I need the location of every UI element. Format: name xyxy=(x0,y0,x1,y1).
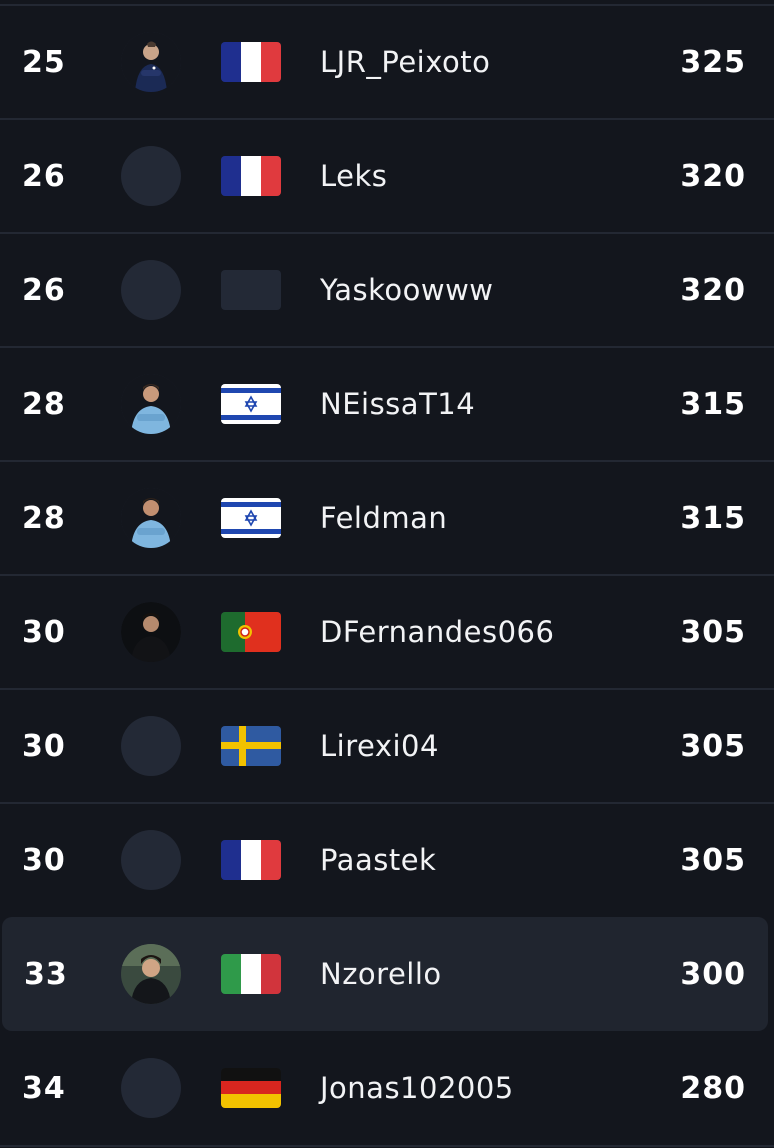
leaderboard: 25 LJR_Peixoto 325 26 Leks 320 26 Yaskoo… xyxy=(0,0,774,1148)
player-name: Yaskoowww xyxy=(320,273,494,307)
rank-label: 33 xyxy=(24,956,68,992)
avatar-placeholder xyxy=(121,1058,181,1118)
player-avatar xyxy=(121,944,181,1004)
france-flag-icon xyxy=(221,840,281,880)
rank-label: 26 xyxy=(22,158,66,194)
leaderboard-row[interactable]: 25 LJR_Peixoto 325 xyxy=(0,4,774,118)
bottom-divider xyxy=(0,1145,774,1147)
portugal-flag-icon xyxy=(221,612,281,652)
points-value: 305 xyxy=(680,728,746,764)
avatar-placeholder xyxy=(121,716,181,776)
leaderboard-row[interactable]: 28 Feldman 315 xyxy=(0,460,774,574)
rank-label: 28 xyxy=(22,386,66,422)
player-avatar xyxy=(121,374,181,434)
player-name: DFernandes066 xyxy=(320,615,555,649)
avatar-placeholder xyxy=(121,260,181,320)
player-name: Feldman xyxy=(320,501,448,535)
points-value: 305 xyxy=(680,614,746,650)
points-value: 280 xyxy=(680,1070,746,1106)
rank-label: 30 xyxy=(22,614,66,650)
points-value: 315 xyxy=(680,386,746,422)
points-value: 325 xyxy=(680,44,746,80)
leaderboard-row-highlighted[interactable]: 33 Nzorello 300 xyxy=(2,917,768,1031)
points-value: 320 xyxy=(680,158,746,194)
france-flag-icon xyxy=(221,156,281,196)
points-value: 320 xyxy=(680,272,746,308)
israel-flag-icon xyxy=(221,498,281,538)
leaderboard-row[interactable]: 34 Jonas102005 280 xyxy=(0,1031,774,1145)
germany-flag-icon xyxy=(221,1068,281,1108)
player-name: Paastek xyxy=(320,843,437,877)
rank-label: 30 xyxy=(22,728,66,764)
player-name: Lirexi04 xyxy=(320,729,439,763)
avatar-placeholder xyxy=(121,830,181,890)
rank-label: 25 xyxy=(22,44,66,80)
leaderboard-row[interactable]: 26 Leks 320 xyxy=(0,118,774,232)
rank-label: 30 xyxy=(22,842,66,878)
france-flag-icon xyxy=(221,42,281,82)
leaderboard-row[interactable]: 30 Lirexi04 305 xyxy=(0,688,774,802)
rank-label: 26 xyxy=(22,272,66,308)
player-name: Jonas102005 xyxy=(320,1071,514,1105)
blank-flag-icon xyxy=(221,270,281,310)
player-avatar xyxy=(121,32,181,92)
points-value: 300 xyxy=(680,956,746,992)
israel-flag-icon xyxy=(221,384,281,424)
points-value: 305 xyxy=(680,842,746,878)
leaderboard-row[interactable]: 28 NEissaT14 315 xyxy=(0,346,774,460)
player-name: LJR_Peixoto xyxy=(320,45,491,79)
rank-label: 28 xyxy=(22,500,66,536)
player-avatar xyxy=(121,602,181,662)
leaderboard-row[interactable]: 30 DFernandes066 305 xyxy=(0,574,774,688)
avatar-placeholder xyxy=(121,146,181,206)
sweden-flag-icon xyxy=(221,726,281,766)
points-value: 315 xyxy=(680,500,746,536)
rank-label: 34 xyxy=(22,1070,66,1106)
leaderboard-row[interactable]: 26 Yaskoowww 320 xyxy=(0,232,774,346)
player-name: Leks xyxy=(320,159,388,193)
player-avatar xyxy=(121,488,181,548)
leaderboard-row[interactable]: 30 Paastek 305 xyxy=(0,802,774,916)
italy-flag-icon xyxy=(221,954,281,994)
player-name: Nzorello xyxy=(320,957,442,991)
player-name: NEissaT14 xyxy=(320,387,476,421)
